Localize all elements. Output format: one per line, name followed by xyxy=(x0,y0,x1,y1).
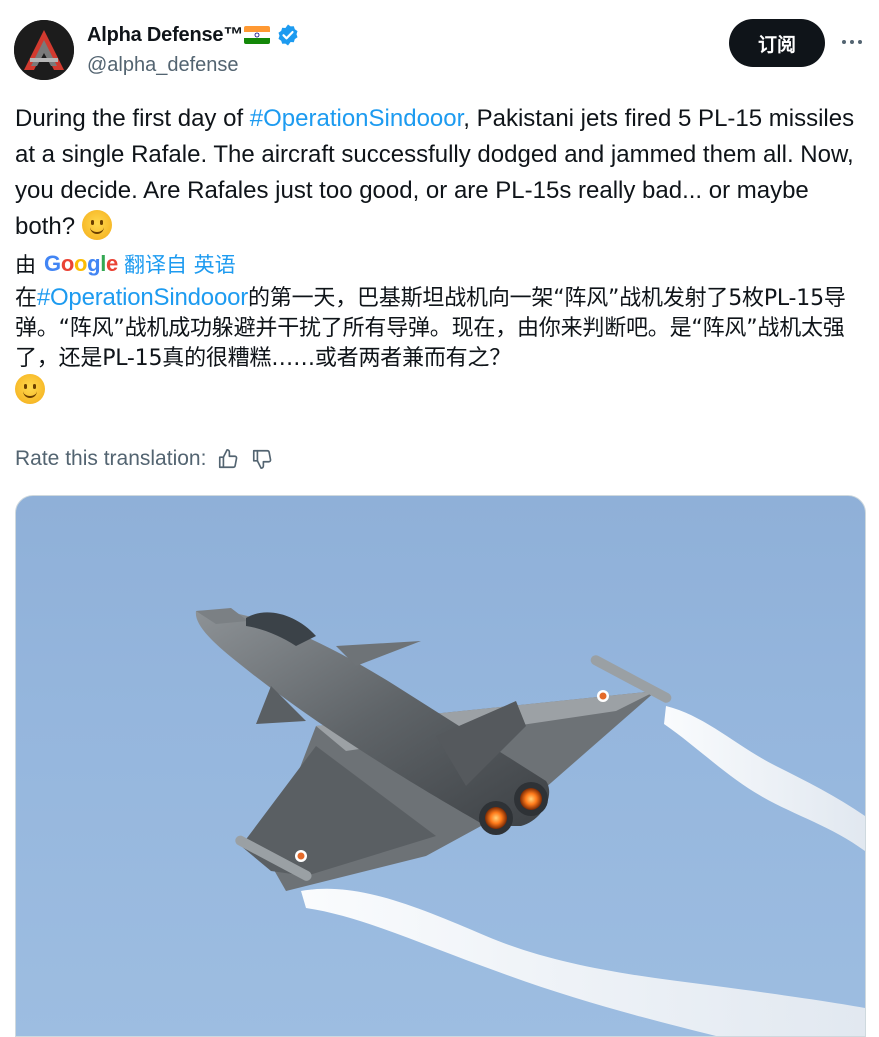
translated-hashtag-link[interactable]: #OperationSindooor xyxy=(37,284,248,311)
verified-badge-icon[interactable] xyxy=(276,23,300,47)
author-names: Alpha Defense™ @alpha_defense xyxy=(87,22,300,77)
more-options-icon[interactable] xyxy=(839,32,865,52)
thumbs-down-icon[interactable] xyxy=(250,447,274,471)
tweet-text: During the first day of #OperationSindoo… xyxy=(15,101,867,245)
google-logo-icon: Google xyxy=(44,251,118,276)
subscribe-button[interactable]: 订阅 xyxy=(729,19,825,67)
author-handle[interactable]: @alpha_defense xyxy=(87,54,300,77)
tweet-header: Alpha Defense™ @alpha_defense 订阅 xyxy=(14,18,865,82)
translated-text-start: 在 xyxy=(15,286,37,311)
tweet-media-image[interactable] xyxy=(15,495,866,1037)
author-display-name[interactable]: Alpha Defense™ xyxy=(87,24,243,47)
author-avatar[interactable] xyxy=(14,20,74,80)
slightly-smiling-face-emoji-icon xyxy=(81,210,112,240)
rafale-jet-photo xyxy=(195,608,865,1036)
tweet-text-start: During the first day of xyxy=(15,105,250,132)
translated-from-link[interactable]: 翻译自 英语 xyxy=(124,249,236,279)
rate-translation: Rate this translation: xyxy=(15,444,274,474)
thumbs-up-icon[interactable] xyxy=(216,447,240,471)
hashtag-link[interactable]: #OperationSindooor xyxy=(250,105,464,132)
translated-by-label: 由 xyxy=(15,253,36,277)
translated-text: 在#OperationSindooor的第一天，巴基斯坦战机向一架“阵风”战机发… xyxy=(15,283,867,407)
slightly-smiling-face-emoji-icon xyxy=(15,374,45,404)
india-flag-icon xyxy=(244,26,271,44)
translation-attribution: 由 Google 翻译自 英语 xyxy=(15,250,236,278)
rate-translation-label: Rate this translation: xyxy=(15,447,207,470)
